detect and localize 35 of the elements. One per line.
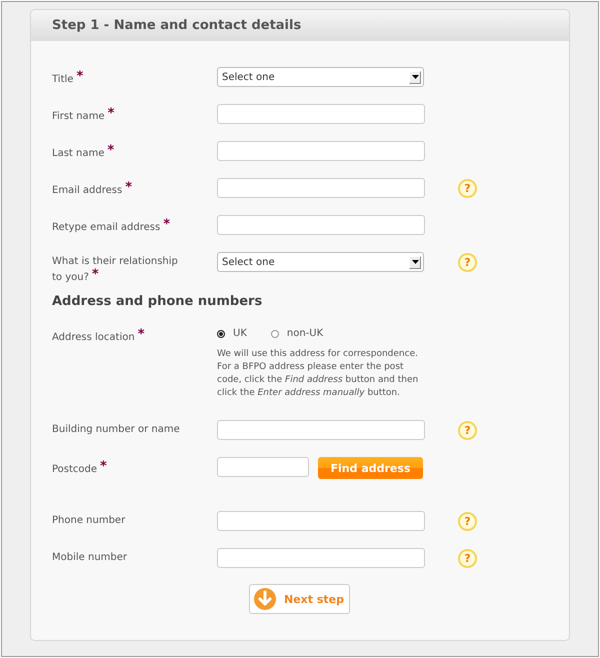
required-mark: * [108,106,114,121]
next-step-button[interactable]: Next step [249,584,350,614]
input-field[interactable] [217,141,425,161]
select-field[interactable]: Select one [217,252,424,272]
input-field[interactable] [217,511,425,531]
help-icon[interactable]: ? [458,253,477,272]
field-label: Mobile number [52,551,128,564]
help-icon[interactable]: ? [458,512,477,531]
radio-label: non-UK [286,328,324,339]
radio-button[interactable] [270,330,279,338]
help-text: We will use this address for correspondence. For a BFPO address please enter the post code, click the Find address button and then click the Enter address manually button. [217,348,420,400]
input-field[interactable] [217,215,425,235]
input-field[interactable] [217,178,425,198]
input-field[interactable] [217,420,425,440]
help-icon[interactable]: ? [458,421,477,440]
input-field[interactable] [217,104,425,124]
radio-button[interactable] [217,330,225,338]
field-label: Building number or name [52,423,180,436]
select-field[interactable]: Select one [217,67,424,87]
find-address-button[interactable]: Find address [318,457,423,479]
required-mark: * [92,267,99,282]
input-field[interactable] [217,457,309,477]
required-mark: * [138,327,144,342]
section-heading: Address and phone numbers [52,294,264,309]
required-mark: * [125,180,132,195]
required-mark: * [163,217,170,232]
required-mark: * [107,143,114,158]
input-field[interactable] [217,548,425,568]
panel-title: Step 1 - Name and contact details [52,18,302,33]
help-icon[interactable]: ? [458,179,477,198]
help-icon[interactable]: ? [458,549,477,568]
required-mark: * [100,459,107,474]
required-mark: * [76,69,84,84]
field-label: Phone number [52,514,126,527]
radio-label: UK [233,328,247,339]
